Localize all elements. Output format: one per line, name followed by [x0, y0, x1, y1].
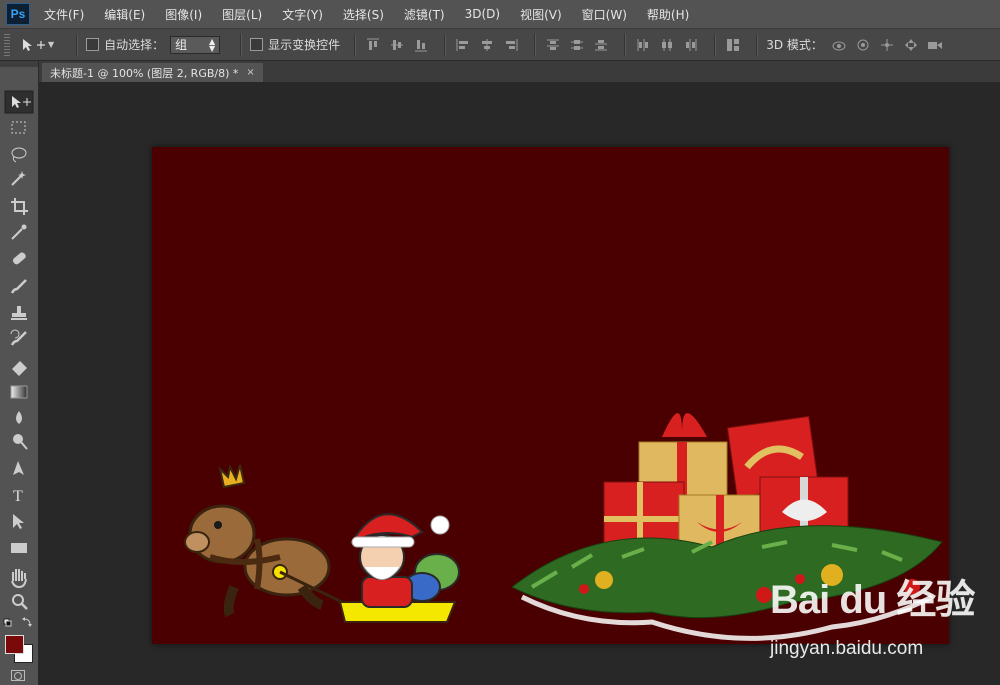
rectangle-tool-icon[interactable]	[11, 543, 27, 553]
divider	[624, 33, 627, 56]
menu-3d[interactable]: 3D(D)	[465, 7, 500, 21]
quick-mask-icon[interactable]	[11, 670, 25, 681]
3d-drag-icon[interactable]	[877, 36, 897, 54]
options-bar-grip[interactable]	[4, 33, 10, 56]
menu-edit[interactable]: 编辑(E)	[104, 6, 145, 23]
distribute-top-icon[interactable]	[544, 36, 562, 54]
canvas-artwork	[184, 413, 943, 641]
move-tool-icon	[23, 38, 45, 51]
align-bottom-icon[interactable]	[412, 36, 430, 54]
tool-icons: T	[3, 90, 34, 627]
divider	[444, 33, 447, 56]
eyedropper-tool-icon[interactable]	[11, 224, 27, 240]
align-vcenter-icon[interactable]	[388, 36, 406, 54]
distribute-bottom-icon[interactable]	[592, 36, 610, 54]
menu-view[interactable]: 视图(V)	[520, 6, 562, 23]
align-hcenter-icon[interactable]	[478, 36, 496, 54]
3d-scale-icon[interactable]	[925, 36, 945, 54]
menu-select[interactable]: 选择(S)	[343, 6, 384, 23]
document-tab[interactable]: 未标题-1 @ 100% (图层 2, RGB/8) * ×	[42, 63, 263, 82]
options-bar: ▼ 自动选择： 组 ▲ ▼ 显示变换控件 3D 模式：	[0, 28, 1000, 61]
menu-help[interactable]: 帮助(H)	[647, 6, 689, 23]
document-tab-title: 未标题-1 @ 100% (图层 2, RGB/8) *	[50, 66, 239, 80]
path-selection-tool-icon[interactable]	[13, 514, 24, 529]
auto-select-dropdown[interactable]: 组 ▲ ▼	[170, 35, 221, 54]
eraser-tool-icon[interactable]	[12, 361, 27, 376]
divider	[76, 33, 79, 56]
divider	[240, 33, 243, 56]
divider	[534, 33, 537, 56]
show-transform-checkbox[interactable]	[250, 38, 264, 51]
swap-colors-icon[interactable]	[22, 617, 32, 627]
brush-tool-icon[interactable]	[10, 279, 27, 294]
distribute-right-icon[interactable]	[682, 36, 700, 54]
tools-panel: T	[0, 61, 39, 685]
show-transform-label: 显示变换控件	[268, 38, 341, 52]
menu-filter[interactable]: 滤镜(T)	[404, 6, 445, 23]
gradient-tool-icon[interactable]	[10, 385, 28, 399]
lasso-tool-icon[interactable]	[11, 147, 27, 163]
distribute-left-icon[interactable]	[634, 36, 652, 54]
default-colors-icon[interactable]	[3, 618, 12, 627]
reindeer-illustration	[184, 463, 353, 618]
document-canvas[interactable]	[152, 147, 949, 644]
auto-select-label: 自动选择：	[104, 38, 165, 52]
align-left-icon[interactable]	[454, 36, 472, 54]
3d-rotate-icon[interactable]	[829, 36, 849, 54]
menu-bar: Ps 文件(F) 编辑(E) 图像(I) 图层(L) 文字(Y) 选择(S) 滤…	[0, 0, 1000, 28]
type-tool-icon[interactable]: T	[13, 488, 23, 505]
tool-preset-picker[interactable]: ▼	[20, 37, 54, 53]
menu-image[interactable]: 图像(I)	[165, 6, 202, 23]
magic-wand-tool-icon[interactable]	[11, 171, 26, 186]
pen-tool-icon[interactable]	[13, 461, 24, 475]
crop-tool-icon[interactable]	[11, 198, 28, 215]
auto-select-value: 组	[175, 38, 188, 52]
foreground-color-swatch[interactable]	[5, 635, 24, 654]
marquee-tool-icon[interactable]	[11, 121, 26, 134]
3d-slide-icon[interactable]	[901, 36, 921, 54]
blur-tool-icon[interactable]	[16, 411, 22, 424]
baidu-logo: Bai du 经验	[770, 578, 975, 622]
santa-sled-illustration	[338, 513, 460, 623]
divider	[354, 33, 357, 56]
zoom-tool-icon[interactable]	[12, 594, 28, 610]
3d-mode-label: 3D 模式：	[766, 38, 823, 52]
stepper-icon: ▲ ▼	[209, 36, 216, 53]
document-tab-bar: 未标题-1 @ 100% (图层 2, RGB/8) * ×	[39, 61, 1000, 82]
baidu-watermark: Bai du 经验 jingyan.baidu.com	[770, 578, 995, 663]
align-top-icon[interactable]	[364, 36, 382, 54]
menu-file[interactable]: 文件(F)	[44, 6, 84, 23]
chevron-down-icon: ▼	[48, 40, 55, 49]
watermark-url: jingyan.baidu.com	[770, 638, 924, 659]
clone-stamp-tool-icon[interactable]	[11, 306, 27, 320]
photoshop-logo: Ps	[6, 3, 30, 25]
align-right-icon[interactable]	[502, 36, 520, 54]
auto-align-layers-icon[interactable]	[724, 36, 742, 54]
menu-type[interactable]: 文字(Y)	[282, 6, 323, 23]
dodge-tool-icon[interactable]	[13, 434, 28, 450]
distribute-vcenter-icon[interactable]	[568, 36, 586, 54]
menu-window[interactable]: 窗口(W)	[582, 6, 627, 23]
svg-text:T: T	[13, 488, 23, 505]
hand-tool-icon[interactable]	[11, 569, 27, 589]
auto-select-checkbox[interactable]	[86, 38, 100, 51]
distribute-hcenter-icon[interactable]	[658, 36, 676, 54]
divider	[714, 33, 717, 56]
history-brush-tool-icon[interactable]	[10, 329, 27, 346]
close-icon[interactable]: ×	[246, 67, 254, 78]
healing-brush-tool-icon[interactable]	[12, 251, 27, 265]
3d-roll-icon[interactable]	[853, 36, 873, 54]
divider	[756, 33, 759, 56]
menu-layer[interactable]: 图层(L)	[222, 6, 262, 23]
